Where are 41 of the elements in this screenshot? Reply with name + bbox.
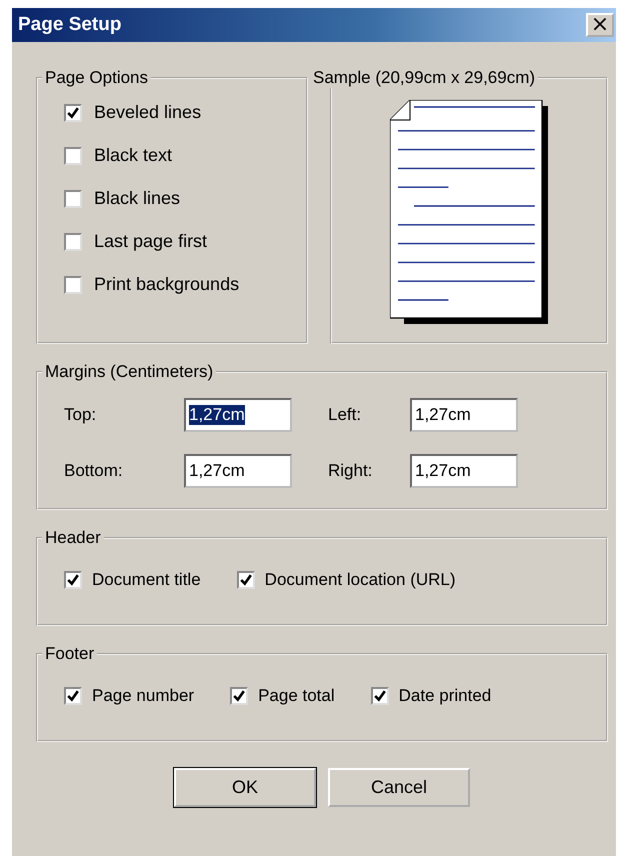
group-title: Page Options	[44, 68, 150, 88]
window-title: Page Setup	[18, 14, 122, 36]
checkbox[interactable]	[236, 571, 255, 589]
checkbox[interactable]	[370, 687, 389, 705]
checkbox[interactable]	[64, 687, 82, 705]
checkbox[interactable]	[64, 190, 82, 208]
cancel-button[interactable]: Cancel	[328, 768, 470, 807]
field-value: 1,27cm	[189, 461, 245, 481]
checkbox-label: Page total	[258, 686, 335, 706]
checkbox-label: Document title	[92, 570, 201, 590]
close-button[interactable]: ×	[586, 13, 614, 37]
input-field[interactable]: 1,27cm	[184, 454, 292, 488]
field-value: 1,27cm	[415, 405, 471, 425]
group-title: Footer	[44, 644, 96, 664]
checkbox[interactable]	[64, 276, 82, 294]
group-title: Margins (Centimeters)	[44, 362, 214, 382]
field-label: Top:	[64, 405, 98, 425]
checkbox[interactable]	[230, 687, 248, 705]
field-label: Left:	[328, 405, 362, 425]
checkbox-label: Beveled lines	[94, 102, 202, 123]
checkbox[interactable]	[64, 232, 82, 250]
field-value: 1,27cm	[415, 461, 471, 481]
checkbox-label: Black text	[94, 145, 172, 166]
input-field[interactable]: 1,27cm	[184, 398, 292, 432]
checkbox-label: Page number	[92, 686, 194, 706]
ok-button[interactable]: OK	[174, 768, 316, 807]
checkbox-label: Document location (URL)	[264, 570, 456, 590]
checkbox-label: Black lines	[94, 188, 180, 209]
checkbox[interactable]	[64, 146, 82, 164]
checkbox-label: Date printed	[398, 686, 492, 706]
input-field[interactable]: 1,27cm	[410, 454, 518, 488]
checkbox-label: Last page first	[94, 231, 208, 252]
checkbox-label: Print backgrounds	[94, 274, 240, 295]
group-title: Sample (20,99cm x 29,69cm)	[312, 68, 536, 88]
checkbox[interactable]	[64, 104, 82, 122]
field-label: Right:	[328, 461, 374, 481]
checkbox[interactable]	[64, 571, 82, 589]
group-title: Header	[44, 528, 102, 548]
field-label: Bottom:	[64, 461, 124, 481]
input-field[interactable]: 1,27cm	[410, 398, 518, 432]
field-value: 1,27cm	[189, 405, 245, 425]
